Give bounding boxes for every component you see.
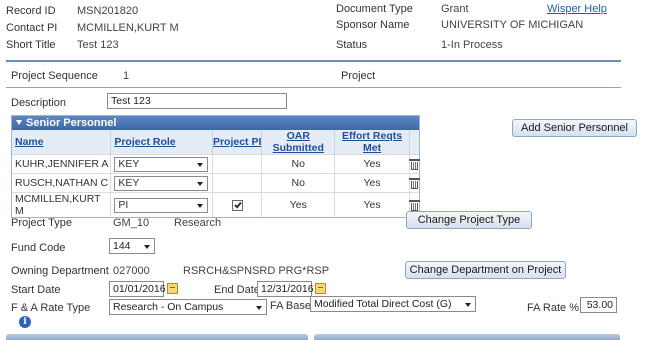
- bottom-section-tab-left[interactable]: [6, 334, 308, 340]
- chevron-down-icon: [256, 306, 262, 310]
- project-role-select[interactable]: KEY: [114, 156, 209, 172]
- chevron-down-icon: [144, 245, 150, 249]
- collapse-icon[interactable]: [16, 120, 22, 125]
- short-title-value: Test 123: [77, 39, 119, 51]
- short-title-label: Short Title: [6, 39, 56, 51]
- description-label: Description: [11, 97, 67, 109]
- trash-icon[interactable]: [409, 158, 420, 170]
- row-name: MCMILLEN,KURT M: [12, 192, 112, 217]
- row-oar: Yes: [261, 192, 336, 217]
- col-delete: [409, 130, 419, 155]
- description-input[interactable]: Test 123: [107, 93, 287, 109]
- project-label: Project: [341, 70, 376, 82]
- calendar-icon[interactable]: [315, 283, 326, 294]
- project-type-code: GM_10: [113, 217, 150, 229]
- project-sequence-value: 1: [123, 70, 130, 82]
- fund-code-label: Fund Code: [11, 242, 66, 254]
- start-date-input[interactable]: 01/01/2016: [109, 281, 166, 297]
- fa-base-label: FA Base: [270, 300, 311, 312]
- senior-personnel-grid: Senior Personnel Name Project Role Proje…: [11, 115, 420, 218]
- sponsor-name-label: Sponsor Name: [336, 19, 410, 31]
- table-row: RUSCH,NATHAN C KEY No Yes: [12, 173, 420, 193]
- status-label: Status: [336, 39, 368, 51]
- fund-code-select[interactable]: 144: [109, 238, 155, 254]
- table-row: MCMILLEN,KURT M PI Yes Yes: [12, 192, 420, 217]
- owning-dept-desc: RSRCH&SPNSRD PRG*RSP: [183, 265, 330, 277]
- project-divider: [6, 87, 621, 88]
- bottom-section-tab-right[interactable]: [314, 334, 620, 340]
- document-type-value: Grant: [441, 3, 469, 15]
- col-oar-submitted[interactable]: OAR Submitted: [261, 130, 336, 155]
- row-effort: Yes: [334, 173, 410, 193]
- col-project-pi[interactable]: Project PI: [212, 130, 263, 155]
- info-icon[interactable]: i: [19, 316, 31, 328]
- chevron-down-icon: [197, 162, 204, 167]
- change-department-button[interactable]: Change Department on Project: [405, 261, 566, 279]
- fa-rate-type-select[interactable]: Research - On Campus: [109, 299, 267, 315]
- calendar-icon[interactable]: [167, 283, 178, 294]
- row-name: RUSCH,NATHAN C: [12, 173, 112, 193]
- end-date-label: End Date: [214, 284, 260, 296]
- add-senior-personnel-button[interactable]: Add Senior Personnel: [512, 119, 637, 137]
- fa-rate-type-label: F & A Rate Type: [11, 302, 91, 314]
- project-sequence-label: Project Sequence: [11, 70, 98, 82]
- header-divider: [6, 60, 621, 62]
- trash-icon[interactable]: [409, 177, 420, 189]
- start-date-label: Start Date: [11, 284, 61, 296]
- contact-pi-value: MCMILLEN,KURT M: [77, 22, 179, 34]
- project-role-select[interactable]: PI: [114, 197, 209, 213]
- project-type-desc: Research: [174, 217, 222, 229]
- row-oar: No: [261, 154, 336, 174]
- col-name[interactable]: Name: [12, 130, 112, 155]
- project-pi-checkbox[interactable]: [231, 199, 243, 211]
- owning-dept-label: Owning Department: [11, 265, 109, 277]
- document-type-label: Document Type: [336, 3, 413, 15]
- chevron-down-icon: [197, 203, 204, 208]
- row-effort: Yes: [334, 192, 410, 217]
- wisper-help-link[interactable]: Wisper Help: [547, 3, 607, 15]
- fa-base-select[interactable]: Modified Total Direct Cost (G): [310, 296, 476, 312]
- chevron-down-icon: [465, 303, 471, 307]
- record-id-label: Record ID: [6, 5, 56, 17]
- fa-rate-input[interactable]: 53.00: [580, 297, 617, 313]
- owning-dept-code: 027000: [113, 265, 150, 277]
- project-pi-cell: [212, 192, 263, 217]
- project-pi-cell: [212, 173, 263, 193]
- sponsor-name-value: UNIVERSITY OF MICHIGAN: [441, 19, 584, 31]
- record-id-value: MSN201820: [77, 5, 139, 17]
- row-effort: Yes: [334, 154, 410, 174]
- senior-personnel-header[interactable]: Senior Personnel: [12, 116, 419, 130]
- project-pi-cell: [212, 154, 263, 174]
- col-effort-reqts[interactable]: Effort Reqts Met: [334, 130, 410, 155]
- project-role-select[interactable]: KEY: [114, 175, 209, 191]
- fa-rate-label: FA Rate %: [527, 302, 579, 314]
- project-type-label: Project Type: [11, 217, 72, 229]
- table-row: KUHR,JENNIFER A KEY No Yes: [12, 154, 420, 174]
- col-project-role[interactable]: Project Role: [110, 130, 213, 155]
- end-date-input[interactable]: 12/31/2016: [257, 281, 314, 297]
- row-name: KUHR,JENNIFER A: [12, 154, 112, 174]
- status-value: 1-In Process: [441, 39, 503, 51]
- row-oar: No: [261, 173, 336, 193]
- contact-pi-label: Contact PI: [6, 22, 58, 34]
- senior-personnel-title: Senior Personnel: [26, 117, 117, 129]
- change-project-type-button[interactable]: Change Project Type: [406, 211, 532, 229]
- trash-icon[interactable]: [409, 199, 420, 211]
- chevron-down-icon: [197, 181, 204, 186]
